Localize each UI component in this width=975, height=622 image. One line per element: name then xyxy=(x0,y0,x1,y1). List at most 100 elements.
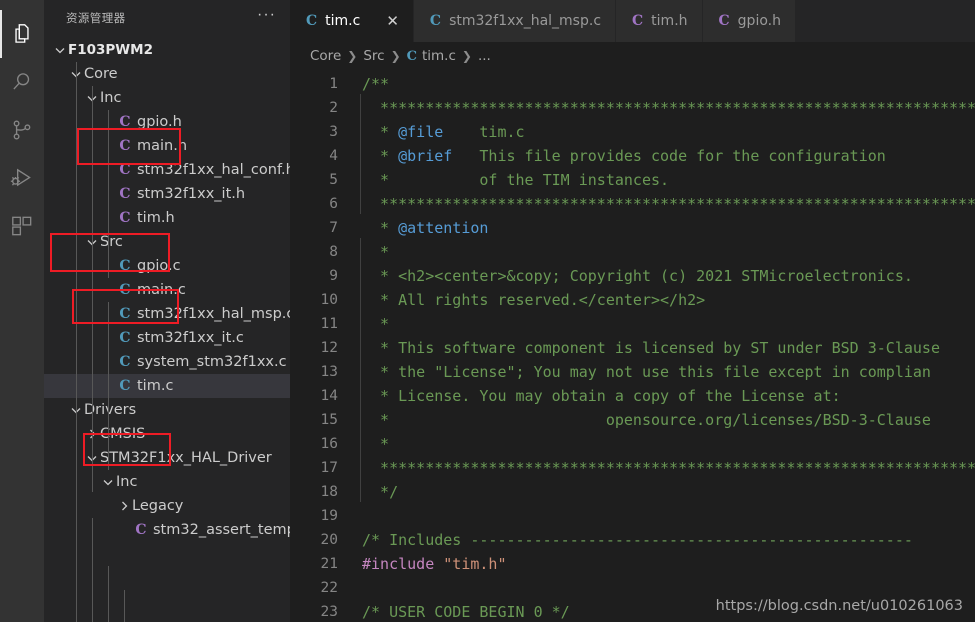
code-line: 21 #include "tim.h" xyxy=(290,552,975,576)
tree-file-tim-h[interactable]: Ctim.h xyxy=(44,206,290,230)
code-line-text[interactable]: * This software component is licensed by… xyxy=(346,339,940,357)
code-block-guide xyxy=(360,238,361,502)
tree-twisty-spacer xyxy=(116,518,132,542)
tree-item-label: STM32F1xx_HAL_Driver xyxy=(100,450,272,466)
code-line-text[interactable]: /* Includes ----------------------------… xyxy=(346,531,913,549)
code-line-text[interactable]: ****************************************… xyxy=(346,195,975,213)
code-line-text[interactable]: * <h2><center>&copy; Copyright (c) 2021 … xyxy=(346,267,913,285)
tree-item-label: stm32f1xx_hal_msp.c xyxy=(137,306,290,322)
tree-file-system-stm32f1xx-c[interactable]: Csystem_stm32f1xx.c xyxy=(44,350,290,374)
code-token: * of the TIM instances. xyxy=(362,171,670,189)
code-line-text[interactable]: * @file tim.c xyxy=(346,123,525,141)
tree-file-gpio-h[interactable]: Cgpio.h xyxy=(44,110,290,134)
code-line: 12 * This software component is licensed… xyxy=(290,336,975,360)
tree-file-stm32f1xx-it-c[interactable]: Cstm32f1xx_it.c xyxy=(44,326,290,350)
tree-folder-core[interactable]: Core xyxy=(44,62,290,86)
chevron-right-icon: ❯ xyxy=(347,49,358,63)
tab-gpio-h[interactable]: Cgpio.h xyxy=(702,0,796,42)
code-line-text[interactable]: #include "tim.h" xyxy=(346,555,507,573)
indent-guide xyxy=(108,566,109,622)
tree-folder-inc[interactable]: Inc xyxy=(44,86,290,110)
c-file-icon: C xyxy=(119,114,131,130)
tree-file-gpio-c[interactable]: Cgpio.c xyxy=(44,254,290,278)
code-line-text[interactable]: * xyxy=(346,243,389,261)
tree-folder-cmsis[interactable]: CMSIS xyxy=(44,422,290,446)
indent-guide xyxy=(92,518,93,622)
code-token: This file provides code for the configur… xyxy=(452,147,886,165)
code-token: /* USER CODE BEGIN 0 */ xyxy=(362,603,570,621)
code-line-text[interactable]: * All rights reserved.</center></h2> xyxy=(346,291,705,309)
tree-folder-stm32f1xx-hal-driver[interactable]: STM32F1xx_HAL_Driver xyxy=(44,446,290,470)
code-editor[interactable]: 1 /** 2 **********************************… xyxy=(290,70,975,622)
code-token: * xyxy=(362,243,390,261)
close-icon[interactable]: ✕ xyxy=(386,13,399,29)
tree-file-stm32f1xx-hal-msp-c[interactable]: Cstm32f1xx_hal_msp.c xyxy=(44,302,290,326)
tree-folder-legacy[interactable]: Legacy xyxy=(44,494,290,518)
breadcrumb: Core ❯ Src ❯ Ctim.c ❯... xyxy=(290,42,975,70)
breadcrumb-item[interactable]: Src xyxy=(363,48,384,64)
line-number: 17 xyxy=(320,460,338,476)
tab-tim-c[interactable]: Ctim.c ✕ xyxy=(290,0,414,42)
code-line: 19 xyxy=(290,504,975,528)
code-line-text[interactable]: * @brief This file provides code for the… xyxy=(346,147,886,165)
code-line: 2 **************************************… xyxy=(290,96,975,120)
code-token: * License. You may obtain a copy of the … xyxy=(362,387,841,405)
code-token: @brief xyxy=(398,147,453,165)
code-line-text[interactable]: ****************************************… xyxy=(346,99,975,117)
code-line-text[interactable]: * the "License"; You may not use this fi… xyxy=(346,363,931,381)
tree-item-label: stm32f1xx_hal_conf.h xyxy=(137,162,290,178)
tree-folder-inc[interactable]: Inc xyxy=(44,470,290,494)
code-line-text[interactable]: */ xyxy=(346,483,398,501)
line-number: 16 xyxy=(320,436,338,452)
chevron-down-icon[interactable] xyxy=(52,38,68,62)
extensions-icon[interactable] xyxy=(0,202,44,250)
code-line: 10 * All rights reserved.</center></h2> xyxy=(290,288,975,312)
code-token: * xyxy=(362,435,390,453)
c-file-icon: C xyxy=(119,258,131,274)
tree-file-stm32-assert-templat-[interactable]: Cstm32_assert_templat... xyxy=(44,518,290,542)
breadcrumb-file[interactable]: tim.c xyxy=(422,48,456,64)
tree-file-main-c[interactable]: Cmain.c xyxy=(44,278,290,302)
source-control-icon[interactable] xyxy=(0,106,44,154)
tree-folder-src[interactable]: Src xyxy=(44,230,290,254)
indent-guide xyxy=(76,62,77,622)
code-line: 15 * opensource.org/licenses/BSD-3-Claus… xyxy=(290,408,975,432)
chevron-down-icon[interactable] xyxy=(100,470,116,494)
tab-tim-h[interactable]: Ctim.h xyxy=(616,0,703,42)
code-line-text[interactable]: * opensource.org/licenses/BSD-3-Clause xyxy=(346,411,931,429)
tree-folder-drivers[interactable]: Drivers xyxy=(44,398,290,422)
code-line-text[interactable]: * xyxy=(346,315,389,333)
search-icon[interactable] xyxy=(0,58,44,106)
code-token: ****************************************… xyxy=(380,99,975,117)
code-line-text[interactable]: ****************************************… xyxy=(346,459,975,477)
code-line-text[interactable]: * License. You may obtain a copy of the … xyxy=(346,387,841,405)
code-line-text[interactable]: * @attention xyxy=(346,219,488,237)
line-number: 3 xyxy=(329,124,338,140)
code-block-guide xyxy=(360,94,361,214)
tree-file-stm32f1xx-hal-conf-h[interactable]: Cstm32f1xx_hal_conf.h xyxy=(44,158,290,182)
line-number: 18 xyxy=(320,484,338,500)
code-token: * the "License"; You may not use this fi… xyxy=(362,363,931,381)
c-file-icon: C xyxy=(632,13,644,29)
run-debug-icon[interactable] xyxy=(0,154,44,202)
tree-file-main-h[interactable]: Cmain.h xyxy=(44,134,290,158)
code-line: 7 * @attention xyxy=(290,216,975,240)
c-file-icon: C xyxy=(119,378,131,394)
chevron-right-icon[interactable] xyxy=(116,494,132,518)
breadcrumb-tail[interactable]: ... xyxy=(478,48,491,64)
line-number: 1 xyxy=(329,76,338,92)
tree-file-tim-c[interactable]: Ctim.c xyxy=(44,374,290,398)
tree-folder-f103pwm2[interactable]: F103PWM2 xyxy=(44,38,290,62)
code-line-text[interactable]: /* USER CODE BEGIN 0 */ xyxy=(346,603,570,621)
code-line-text[interactable]: * of the TIM instances. xyxy=(346,171,669,189)
breadcrumb-item[interactable]: Core xyxy=(310,48,341,64)
tree-item-label: stm32f1xx_it.c xyxy=(137,330,244,346)
code-line-text[interactable]: /** xyxy=(346,75,389,93)
explorer-icon[interactable] xyxy=(0,10,44,58)
code-line-text[interactable]: * xyxy=(346,435,389,453)
tab-stm32f1xx-hal-msp-c[interactable]: Cstm32f1xx_hal_msp.c xyxy=(413,0,617,42)
sidebar-more-actions-button[interactable]: ··· xyxy=(251,7,282,26)
tree-file-stm32f1xx-it-h[interactable]: Cstm32f1xx_it.h xyxy=(44,182,290,206)
code-token: * xyxy=(362,147,399,165)
indent-guide xyxy=(108,110,109,278)
